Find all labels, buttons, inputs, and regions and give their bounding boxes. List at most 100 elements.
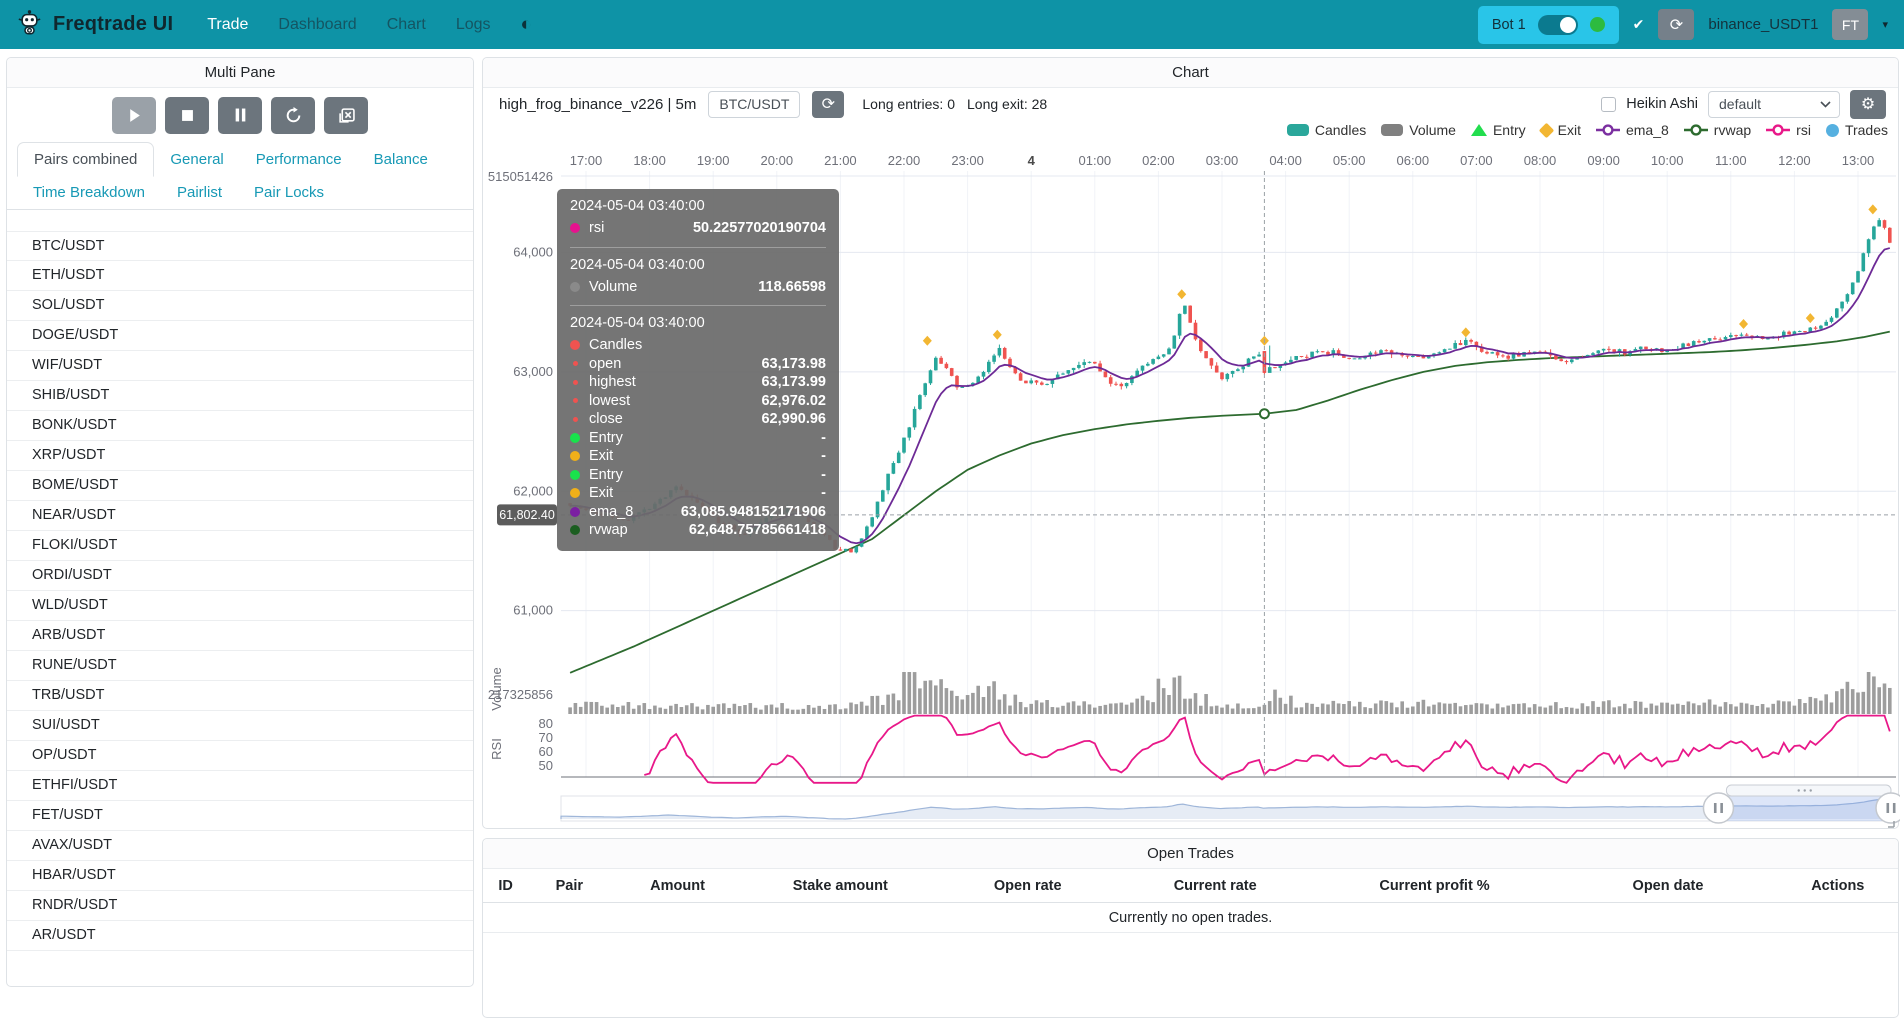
nav-item-logs[interactable]: Logs: [456, 16, 491, 34]
tab-pairs-combined[interactable]: Pairs combined: [17, 142, 154, 177]
open-trades-panel: Open Trades IDPairAmountStake amountOpen…: [482, 838, 1899, 1018]
pair-row-sui-usdt[interactable]: SUI/USDT: [7, 711, 473, 741]
pair-row-rune-usdt[interactable]: RUNE/USDT: [7, 651, 473, 681]
svg-text:07:00: 07:00: [1460, 153, 1493, 168]
chart-tooltip: 2024-05-04 03:40:00rsi50.225770201907042…: [557, 189, 839, 551]
pair-list[interactable]: BTC/USDTETH/USDTSOL/USDTDOGE/USDTWIF/USD…: [7, 231, 473, 951]
svg-text:13:00: 13:00: [1842, 153, 1875, 168]
pair-row-near-usdt[interactable]: NEAR/USDT: [7, 501, 473, 531]
pair-row-xrp-usdt[interactable]: XRP/USDT: [7, 441, 473, 471]
pair-row-sol-usdt[interactable]: SOL/USDT: [7, 291, 473, 321]
rvwap-legend-icon: [1684, 124, 1708, 136]
pair-row-rndr-usdt[interactable]: RNDR/USDT: [7, 891, 473, 921]
tab-pair-locks[interactable]: Pair Locks: [238, 176, 340, 209]
pair-row-bome-usdt[interactable]: BOME/USDT: [7, 471, 473, 501]
pair-row-wld-usdt[interactable]: WLD/USDT: [7, 591, 473, 621]
svg-text:4: 4: [1028, 153, 1036, 168]
tab-performance[interactable]: Performance: [240, 143, 358, 176]
pair-select[interactable]: BTC/USDT: [708, 91, 800, 118]
forget-bot-button[interactable]: [324, 97, 368, 134]
pair-row-eth-usdt[interactable]: ETH/USDT: [7, 261, 473, 291]
pair-row-arb-usdt[interactable]: ARB/USDT: [7, 621, 473, 651]
pair-row-avax-usdt[interactable]: AVAX/USDT: [7, 831, 473, 861]
user-avatar[interactable]: FT: [1832, 9, 1868, 40]
bot-controls: [7, 88, 473, 142]
tab-general[interactable]: General: [154, 143, 239, 176]
pair-row-op-usdt[interactable]: OP/USDT: [7, 741, 473, 771]
tooltip-row-ema_8: ema_863,085.948152171906: [570, 503, 826, 522]
pair-row-wif-usdt[interactable]: WIF/USDT: [7, 351, 473, 381]
legend-item-ema_8[interactable]: ema_8: [1596, 122, 1669, 138]
legend-item-volume[interactable]: Volume: [1381, 122, 1456, 138]
legend-item-exit[interactable]: Exit: [1541, 122, 1581, 138]
tab-time-breakdown[interactable]: Time Breakdown: [17, 176, 161, 209]
bot-selector[interactable]: Bot 1: [1478, 6, 1619, 44]
long-entries-label: Long entries: 0: [862, 96, 955, 112]
svg-text:60: 60: [539, 744, 553, 759]
start-bot-button[interactable]: [112, 97, 156, 134]
pair-row-ordi-usdt[interactable]: ORDI/USDT: [7, 561, 473, 591]
reload-bot-button[interactable]: ⟳: [1658, 9, 1694, 40]
pair-row-hbar-usdt[interactable]: HBAR/USDT: [7, 861, 473, 891]
legend-label: Exit: [1558, 122, 1581, 138]
nav-item-trade[interactable]: Trade: [207, 16, 248, 34]
svg-text:70: 70: [539, 730, 553, 745]
pair-row-fet-usdt[interactable]: FET/USDT: [7, 801, 473, 831]
theme-toggle-icon[interactable]: ◐: [521, 15, 532, 34]
app-title: Freqtrade UI: [53, 13, 173, 36]
column-header-open-rate: Open rate: [936, 878, 1120, 894]
svg-text:09:00: 09:00: [1587, 153, 1620, 168]
svg-text:515051426: 515051426: [488, 169, 553, 184]
svg-text:61,802.40: 61,802.40: [499, 508, 555, 522]
legend-item-entry[interactable]: Entry: [1471, 122, 1526, 138]
nav-item-chart[interactable]: Chart: [387, 16, 426, 34]
reload-config-button[interactable]: [271, 97, 315, 134]
column-header-actions: Actions: [1778, 878, 1898, 894]
plot-config-select[interactable]: default: [1708, 91, 1840, 118]
tab-balance[interactable]: Balance: [358, 143, 444, 176]
exit-legend-icon: [1541, 125, 1552, 136]
bot-toggle[interactable]: [1538, 15, 1578, 35]
svg-text:20:00: 20:00: [761, 153, 794, 168]
legend-label: rsi: [1796, 122, 1811, 138]
series-marker-icon: [570, 433, 580, 443]
refresh-chart-button[interactable]: ⟳: [812, 91, 844, 118]
tooltip-row-lowest: lowest62,976.02: [570, 392, 826, 411]
pair-row-ar-usdt[interactable]: AR/USDT: [7, 921, 473, 951]
multi-pane-header: Multi Pane: [7, 58, 473, 88]
series-marker-icon: [570, 223, 580, 233]
trades-legend-icon: [1826, 124, 1839, 137]
user-menu-caret-icon[interactable]: ▾: [1882, 18, 1888, 31]
candles-legend-icon: [1287, 124, 1309, 136]
nav-item-dashboard[interactable]: Dashboard: [278, 16, 356, 34]
svg-text:03:00: 03:00: [1206, 153, 1239, 168]
pair-row-shib-usdt[interactable]: SHIB/USDT: [7, 381, 473, 411]
brand[interactable]: Freqtrade UI: [16, 9, 173, 41]
legend-item-trades[interactable]: Trades: [1826, 122, 1888, 138]
tab-pairlist[interactable]: Pairlist: [161, 176, 238, 209]
svg-text:50: 50: [539, 758, 553, 773]
pair-row-btc-usdt[interactable]: BTC/USDT: [7, 231, 473, 261]
pair-row-floki-usdt[interactable]: FLOKI/USDT: [7, 531, 473, 561]
stop-bot-button[interactable]: [165, 97, 209, 134]
legend-label: ema_8: [1626, 122, 1669, 138]
heikin-ashi-checkbox[interactable]: [1601, 97, 1616, 112]
legend-item-candles[interactable]: Candles: [1287, 122, 1366, 138]
open-trades-table-header: IDPairAmountStake amountOpen rateCurrent…: [483, 869, 1898, 903]
volume-legend-icon: [1381, 124, 1403, 136]
bot-online-indicator: [1590, 17, 1605, 32]
online-check-icon: ✔: [1633, 16, 1645, 33]
svg-text:61,000: 61,000: [513, 603, 553, 618]
pair-row-ethfi-usdt[interactable]: ETHFI/USDT: [7, 771, 473, 801]
rsi-legend-icon: [1766, 124, 1790, 136]
legend-item-rvwap[interactable]: rvwap: [1684, 122, 1751, 138]
svg-text:Volume: Volume: [489, 667, 504, 710]
legend-item-rsi[interactable]: rsi: [1766, 122, 1811, 138]
pair-row-trb-usdt[interactable]: TRB/USDT: [7, 681, 473, 711]
tooltip-row-entry: Entry-: [570, 466, 826, 485]
pair-row-bonk-usdt[interactable]: BONK/USDT: [7, 411, 473, 441]
plot-settings-gear-button[interactable]: ⚙: [1850, 90, 1886, 119]
open-trades-table: IDPairAmountStake amountOpen rateCurrent…: [483, 869, 1898, 933]
pair-row-doge-usdt[interactable]: DOGE/USDT: [7, 321, 473, 351]
pause-bot-button[interactable]: [218, 97, 262, 134]
